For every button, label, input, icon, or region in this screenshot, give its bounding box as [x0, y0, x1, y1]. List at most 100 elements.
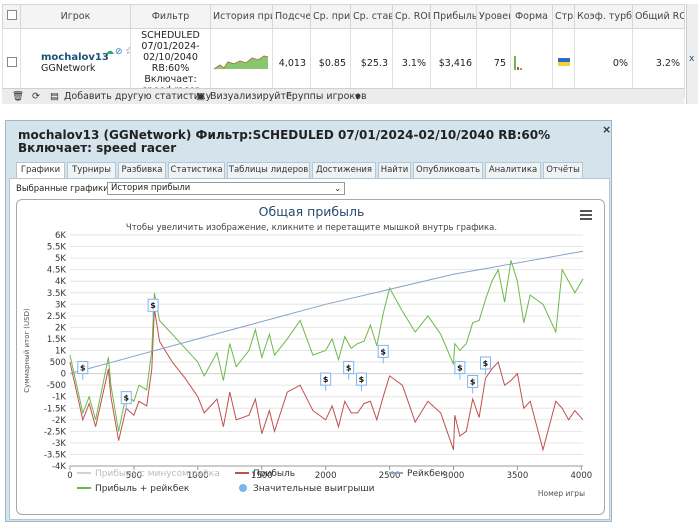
- y-tick-label: 3.5K: [47, 289, 67, 299]
- profit-chart[interactable]: Общая прибыль Чтобы увеличить изображение…: [16, 199, 605, 515]
- tab-charts[interactable]: Графики: [16, 162, 65, 179]
- y-tick-label: -500: [47, 381, 66, 391]
- y-tick-label: 2K: [55, 323, 66, 333]
- tab-tournaments[interactable]: Турниры: [67, 162, 116, 179]
- col-avg-stake[interactable]: Ср. ставк: [350, 4, 393, 29]
- y-tick-label: 500: [50, 358, 66, 368]
- marker-label: $: [483, 359, 489, 368]
- y-tick-label: 5.5K: [47, 243, 67, 253]
- col-count[interactable]: Подсчет: [272, 4, 311, 29]
- y-tick-label: -3.5K: [44, 450, 67, 460]
- big-win-marker: $: [120, 391, 132, 410]
- menu-bar: [580, 214, 592, 216]
- y-tick-label: 6K: [55, 231, 66, 241]
- col-profit[interactable]: Прибыль: [430, 4, 477, 29]
- ukraine-flag-icon: [557, 57, 570, 66]
- marker-label: $: [323, 375, 329, 384]
- legend-symbol: [239, 484, 247, 492]
- modal-title: mochalov13 (GGNetwork) Фильтр:SCHEDULED …: [18, 128, 551, 155]
- tab-analytics[interactable]: Аналитика: [485, 162, 541, 179]
- big-win-marker: $: [454, 361, 466, 380]
- refresh-icon[interactable]: ⟳: [32, 91, 40, 102]
- player-modal: mochalov13 (GGNetwork) Фильтр:SCHEDULED …: [5, 120, 612, 522]
- tab-content: Выбранные графики: История прибыли ⌄ Общ…: [9, 178, 610, 520]
- y-tick-label: 1K: [55, 347, 66, 357]
- big-win-marker: $: [77, 361, 89, 380]
- cloud-icon[interactable]: ☁: [105, 47, 114, 57]
- y-axis-title: Суммарный итог (USD): [23, 308, 31, 393]
- legend-item[interactable]: Прибыль: [253, 469, 295, 479]
- y-tick-label: 4K: [55, 277, 66, 287]
- trash-icon[interactable]: 🗑: [12, 91, 24, 102]
- big-win-marker: $: [377, 344, 389, 364]
- y-tick-label: 4.5K: [47, 266, 67, 276]
- chevron-down-icon[interactable]: ▼: [355, 93, 360, 101]
- remove-row-button[interactable]: x: [689, 54, 694, 64]
- tab-publish[interactable]: Опубликовать: [413, 162, 483, 179]
- col-form[interactable]: Форма: [510, 4, 553, 29]
- col-turbo[interactable]: Коэф. турбо: [574, 4, 633, 29]
- close-icon[interactable]: ×: [602, 123, 611, 136]
- table-header-row: Игрок Фильтр История приб Подсчет Ср. пр…: [2, 4, 685, 29]
- menu-bar: [580, 218, 592, 220]
- tab-reports[interactable]: Отчёты: [543, 162, 583, 179]
- y-tick-label: -2.5K: [44, 427, 67, 437]
- marker-label: $: [150, 301, 156, 310]
- marker-label: $: [346, 364, 352, 373]
- tab-find[interactable]: Найти: [378, 162, 411, 179]
- chevron-down-icon: ⌄: [334, 184, 341, 193]
- x-axis-title: Номер игры: [538, 489, 585, 498]
- marker-label: $: [457, 364, 463, 373]
- add-stats-icon[interactable]: ▤: [50, 91, 59, 102]
- hidden-eye-icon[interactable]: ⊘: [115, 47, 123, 57]
- menu-bar: [580, 210, 592, 212]
- table-scrollbar[interactable]: x: [686, 4, 698, 104]
- stats-table: Игрок Фильтр История приб Подсчет Ср. пр…: [2, 4, 685, 98]
- col-avg-roi[interactable]: Ср. ROI: [392, 4, 431, 29]
- y-tick-label: 5K: [55, 254, 66, 264]
- chart-title: Общая прибыль: [259, 204, 365, 219]
- chart-menu-icon[interactable]: [580, 210, 592, 220]
- legend-item[interactable]: Прибыль + рейкбек: [95, 484, 190, 494]
- big-win-marker: $: [320, 372, 332, 392]
- col-country[interactable]: Стра: [552, 4, 575, 29]
- col-filter[interactable]: Фильтр: [130, 4, 211, 29]
- visualize-button[interactable]: Визуализируйте: [210, 91, 292, 102]
- legend-item[interactable]: Значительные выигрыши: [253, 484, 375, 494]
- select-all-checkbox[interactable]: [2, 4, 21, 29]
- visualize-icon[interactable]: ▣: [196, 91, 205, 102]
- tab-breakdown[interactable]: Разбивка: [118, 162, 166, 179]
- sparkline-chart: [213, 54, 269, 69]
- charts-select-label: Выбранные графики:: [16, 184, 112, 194]
- charts-select[interactable]: История прибыли ⌄: [107, 182, 345, 195]
- y-tick-label: -1K: [52, 393, 66, 403]
- marker-label: $: [470, 377, 476, 386]
- col-profit-history[interactable]: История приб: [210, 4, 273, 29]
- add-stats-button[interactable]: Добавить другую статистику: [64, 91, 211, 102]
- y-tick-label: -1.5K: [44, 404, 67, 414]
- col-level[interactable]: Уровень: [476, 4, 511, 29]
- tab-statistics[interactable]: Статистика: [168, 162, 225, 179]
- col-avg-profit[interactable]: Ср. приб: [310, 4, 351, 29]
- stats-panel: Игрок Фильтр История приб Подсчет Ср. пр…: [0, 0, 700, 108]
- chart-svg[interactable]: Общая прибыль Чтобы увеличить изображение…: [17, 200, 606, 516]
- col-player[interactable]: Игрок: [20, 4, 131, 29]
- legend-item[interactable]: Прибыль с минусом рейка: [95, 469, 220, 479]
- y-tick-label: -4K: [52, 462, 66, 472]
- marker-label: $: [359, 375, 365, 384]
- charts-select-value: История прибыли: [111, 183, 191, 193]
- marker-label: $: [123, 394, 129, 403]
- x-tick-label: 3500: [507, 471, 529, 481]
- big-win-marker: $: [355, 372, 367, 392]
- marker-label: $: [380, 347, 386, 356]
- legend-item[interactable]: Рейкбек: [407, 469, 446, 479]
- big-win-marker: $: [147, 298, 159, 318]
- x-tick-label: 2000: [315, 471, 337, 481]
- star-icon[interactable]: ☆: [125, 46, 130, 57]
- big-win-marker: $: [467, 374, 479, 394]
- big-win-marker: $: [479, 356, 491, 375]
- tab-achievements[interactable]: Достижения: [312, 162, 376, 179]
- col-total-roi[interactable]: Общий ROI: [632, 4, 685, 29]
- y-tick-label: -3K: [52, 439, 66, 449]
- tab-leaderboards[interactable]: Таблицы лидеров: [227, 162, 310, 179]
